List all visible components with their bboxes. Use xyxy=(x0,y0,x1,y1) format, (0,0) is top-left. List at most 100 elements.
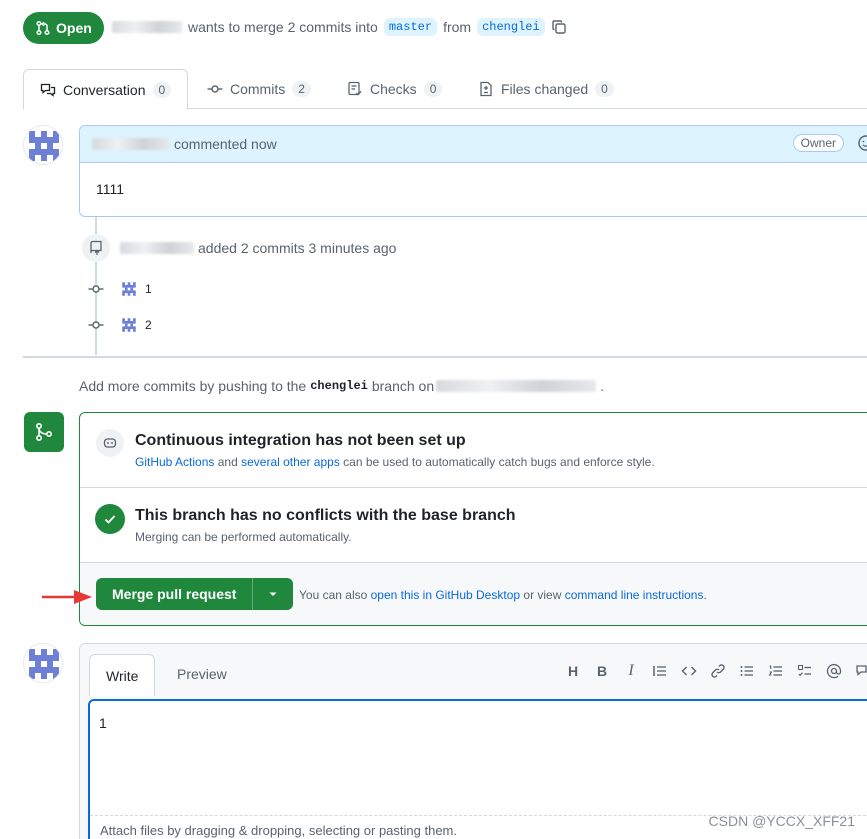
copy-icon[interactable] xyxy=(551,19,567,35)
also-text: You can also xyxy=(299,588,368,602)
comment-header: commented now xyxy=(80,126,867,163)
heading-icon[interactable]: H xyxy=(564,662,582,680)
commit-icon xyxy=(207,85,223,93)
italic-icon[interactable]: I xyxy=(622,662,640,680)
commit-author-avatar[interactable] xyxy=(120,316,138,334)
pr-tabs: Conversation 0 Commits 2 Checks 0 Files … xyxy=(23,69,867,110)
period: . xyxy=(703,588,707,602)
repo-owner-redacted[interactable] xyxy=(436,380,597,392)
ci-status-icon xyxy=(96,429,124,457)
ci-rest: can be used to automatically catch bugs … xyxy=(343,455,655,469)
check-circle-icon xyxy=(95,504,125,534)
or-view-text: or view xyxy=(523,588,562,602)
tab-checks-count: 0 xyxy=(423,81,443,97)
tab-conversation-count: 0 xyxy=(152,81,172,98)
pull-request-icon xyxy=(36,20,50,36)
tab-files-changed-label: Files changed xyxy=(501,81,589,97)
base-branch[interactable]: master xyxy=(383,18,438,36)
markdown-toolbar: H B I xyxy=(564,662,867,680)
commit-message[interactable]: 1 xyxy=(145,282,152,296)
other-apps-link[interactable]: several other apps xyxy=(241,455,340,469)
ci-description: GitHub Actions and several other apps ca… xyxy=(135,455,655,469)
git-merge-icon xyxy=(35,422,53,442)
merge-button-group: Merge pull request xyxy=(96,578,294,610)
pusher-name-redacted[interactable] xyxy=(120,242,194,254)
push-hint-end: . xyxy=(600,378,605,394)
ci-section: Continuous integration has not been set … xyxy=(80,413,867,488)
commit-row: 2 xyxy=(88,316,152,334)
commit-author-avatar[interactable] xyxy=(120,280,138,298)
push-hint-suffix: branch on xyxy=(371,378,435,394)
red-arrow-annotation xyxy=(42,590,92,604)
tab-checks[interactable]: Checks 0 xyxy=(331,69,458,109)
push-hint-prefix: Add more commits by pushing to the xyxy=(79,378,307,394)
github-desktop-link[interactable]: open this in GitHub Desktop xyxy=(371,588,520,602)
code-icon[interactable] xyxy=(680,662,698,680)
push-hint: Add more commits by pushing to the cheng… xyxy=(79,378,604,394)
commit-icon xyxy=(88,285,104,293)
ci-and: and xyxy=(217,455,238,469)
conflict-section: This branch has no conflicts with the ba… xyxy=(80,488,867,563)
check-icon xyxy=(104,515,116,524)
head-branch[interactable]: chenglei xyxy=(477,18,545,36)
push-hint-branch: chenglei xyxy=(310,379,368,393)
push-event-icon xyxy=(82,234,110,262)
merge-alternatives: You can also open this in GitHub Desktop… xyxy=(299,588,707,602)
github-actions-link[interactable]: GitHub Actions xyxy=(135,455,214,469)
comment-body: 1111 xyxy=(96,181,125,197)
command-line-link[interactable]: command line instructions xyxy=(565,588,704,602)
identicon xyxy=(24,644,62,682)
commit-message[interactable]: 2 xyxy=(145,318,152,332)
author-name-redacted[interactable] xyxy=(112,21,182,33)
avatar[interactable] xyxy=(23,125,63,165)
link-icon[interactable] xyxy=(709,662,727,680)
repo-push-icon xyxy=(90,240,102,255)
checklist-icon xyxy=(348,81,362,96)
conversation-icon xyxy=(40,83,56,97)
merge-options-dropdown[interactable] xyxy=(253,578,293,610)
tab-commits-label: Commits xyxy=(230,81,286,97)
comment-meta: commented now xyxy=(174,136,277,152)
tab-conversation-label: Conversation xyxy=(63,81,146,98)
file-diff-icon xyxy=(480,81,492,97)
tab-commits[interactable]: Commits 2 xyxy=(191,69,327,109)
robot-icon xyxy=(103,438,117,448)
ci-title: Continuous integration has not been set … xyxy=(135,432,466,449)
watermark: CSDN @YCCX_XFF21 xyxy=(708,813,855,829)
triangle-down-icon xyxy=(269,592,277,596)
commit-row: 1 xyxy=(88,280,152,298)
conflict-title: This branch has no conflicts with the ba… xyxy=(135,507,516,524)
comment-box: commented now Owner 1111 xyxy=(79,125,867,217)
commit-icon xyxy=(88,321,104,329)
timeline-break xyxy=(23,356,867,358)
ordered-list-icon[interactable] xyxy=(767,662,785,680)
merge-status-icon xyxy=(24,412,64,452)
avatar[interactable] xyxy=(23,643,63,683)
pr-header-summary: wants to merge 2 commits into master fro… xyxy=(112,18,567,36)
unordered-list-icon[interactable] xyxy=(738,662,756,680)
tab-files-changed-count: 0 xyxy=(595,81,614,97)
commits-event-text: added 2 commits 3 minutes ago xyxy=(198,240,397,256)
comment-textarea-value: 1 xyxy=(99,715,107,731)
pr-state-label: Open xyxy=(56,20,92,36)
identicon xyxy=(24,126,62,164)
conflict-subtitle: Merging can be performed automatically. xyxy=(135,530,352,544)
merge-pull-request-button[interactable]: Merge pull request xyxy=(96,578,254,610)
pr-state-badge: Open xyxy=(23,12,104,44)
task-list-icon[interactable] xyxy=(796,662,814,680)
owner-badge: Owner xyxy=(792,134,844,152)
bold-icon[interactable]: B xyxy=(593,662,611,680)
tab-conversation[interactable]: Conversation 0 xyxy=(23,69,189,110)
from-text: from xyxy=(443,19,472,35)
tab-files-changed[interactable]: Files changed 0 xyxy=(462,69,630,109)
cross-reference-icon[interactable] xyxy=(854,662,867,680)
emoji-reaction-icon[interactable] xyxy=(857,134,867,152)
tab-preview[interactable]: Preview xyxy=(161,654,243,694)
tab-commits-count: 2 xyxy=(292,81,311,97)
merge-action-text: wants to merge 2 commits into xyxy=(188,19,378,35)
quote-icon[interactable] xyxy=(651,662,669,680)
comment-editor: Write Preview H B I 1 Attach files by dr… xyxy=(79,643,867,839)
commenter-name-redacted[interactable] xyxy=(92,138,170,150)
mention-icon[interactable] xyxy=(825,662,843,680)
tab-write[interactable]: Write xyxy=(89,654,156,696)
